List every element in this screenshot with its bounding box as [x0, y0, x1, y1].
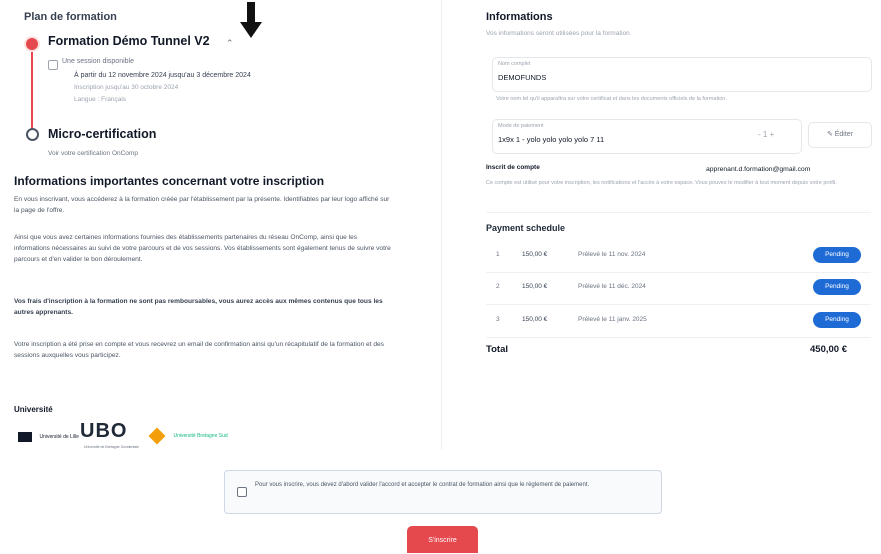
quantity-stepper[interactable]: - 1 +: [758, 130, 774, 139]
row-divider: [486, 337, 871, 338]
payment-number: 3: [496, 316, 500, 323]
payment-row: 2 150,00 € Prélevé le 11 déc. 2024 Pendi…: [486, 275, 871, 301]
ubo-logo-subtitle: Université de Bretagne Occidentale: [84, 445, 140, 449]
plan-heading: Plan de formation: [24, 11, 117, 23]
down-arrow-icon: [240, 2, 262, 38]
edit-button[interactable]: ✎ Éditer: [808, 122, 872, 148]
payment-schedule-heading: Payment schedule: [486, 223, 566, 233]
info-paragraph-4: Votre inscription a été prise en compte …: [14, 341, 384, 359]
consent-box: Pour vous inscrire, vous devez d'abord v…: [224, 470, 662, 514]
row-divider: [486, 272, 871, 273]
pencil-icon: ✎: [826, 131, 835, 138]
row-divider: [486, 304, 871, 305]
calendar-icon: [48, 60, 58, 70]
session-language: Langue : Français: [74, 96, 127, 103]
logo1-text: Université de Lille: [39, 433, 79, 440]
edit-label: Éditer: [834, 131, 854, 138]
logo3-text: Université Bretagne Sud: [173, 432, 228, 439]
payment-amount: 150,00 €: [522, 316, 548, 323]
formation-title[interactable]: Formation Démo Tunnel V2: [48, 34, 210, 48]
informations-subheading: Vos informations seront utilisées pour l…: [486, 30, 630, 37]
fullname-label: Nom complet: [498, 61, 531, 67]
consent-checkbox[interactable]: [237, 487, 247, 497]
payment-date: Prélevé le 11 nov. 2024: [578, 251, 646, 258]
total-value: 450,00 €: [810, 344, 847, 355]
total-label: Total: [486, 344, 508, 355]
payment-mode-label: Mode de paiement: [498, 123, 544, 129]
timeline-line: [31, 46, 33, 134]
payment-number: 2: [496, 283, 500, 290]
status-badge: Pending: [813, 279, 861, 295]
payment-amount: 150,00 €: [522, 283, 548, 290]
university-logo-1: Université de Lille: [18, 428, 79, 446]
payment-row: 1 150,00 € Prélevé le 11 nov. 2024 Pendi…: [486, 243, 871, 269]
column-divider: [441, 0, 442, 450]
payment-row: 3 150,00 € Prélevé le 11 janv. 2025 Pend…: [486, 308, 871, 334]
session-availability: Une session disponible: [62, 58, 134, 65]
info-heading: Informations importantes concernant votr…: [14, 174, 325, 188]
session-deadline: Inscription jusqu'au 30 octobre 2024: [74, 84, 179, 91]
payment-date: Prélevé le 11 déc. 2024: [578, 283, 646, 290]
university-logo-3: Université Bretagne Sud: [148, 427, 228, 445]
payment-mode-value[interactable]: 1x9x 1 - yolo yolo yolo yolo 7 11: [498, 135, 604, 144]
section-divider: [486, 212, 871, 213]
chevron-up-icon[interactable]: ⌃: [226, 38, 234, 49]
status-badge: Pending: [813, 312, 861, 328]
info-paragraph-3: Vos frais d'inscription à la formation n…: [14, 298, 383, 316]
ubo-logo: UBO: [80, 420, 128, 442]
fullname-help: Votre nom tel qu'il apparaîtra sur votre…: [496, 96, 727, 102]
timeline-active-dot: [26, 38, 38, 50]
session-dates: À partir du 12 novembre 2024 jusqu'au 3 …: [74, 72, 251, 79]
diamond-logo-icon: [148, 427, 166, 445]
payment-date: Prélevé le 11 janv. 2025: [578, 316, 647, 323]
payment-amount: 150,00 €: [522, 251, 548, 258]
timeline-step-dot: [26, 128, 39, 141]
account-help: Ce compte est utilisé pour votre inscrip…: [486, 180, 837, 186]
consent-text: Pour vous inscrire, vous devez d'abord v…: [255, 482, 590, 488]
payment-number: 1: [496, 251, 500, 258]
status-badge: Pending: [813, 247, 861, 263]
informations-heading: Informations: [486, 11, 553, 23]
info-paragraph-2: Ainsi que vous avez certaines informatio…: [14, 234, 391, 263]
account-email: apprenant.d.formation@gmail.com: [706, 166, 811, 173]
fullname-field[interactable]: [492, 57, 872, 92]
info-paragraph-1: En vous inscrivant, vous accéderez à la …: [14, 196, 390, 214]
account-label: Inscrit de compte: [486, 164, 540, 171]
fullname-value[interactable]: DEMOFUNDS: [498, 73, 546, 82]
university-label: Université: [14, 405, 53, 414]
submit-button[interactable]: S'inscrire: [407, 526, 478, 553]
micro-certification-link[interactable]: Voir votre certification OnComp: [48, 150, 138, 157]
micro-certification-title: Micro-certification: [48, 127, 157, 141]
logo-mark-icon: [18, 431, 32, 442]
